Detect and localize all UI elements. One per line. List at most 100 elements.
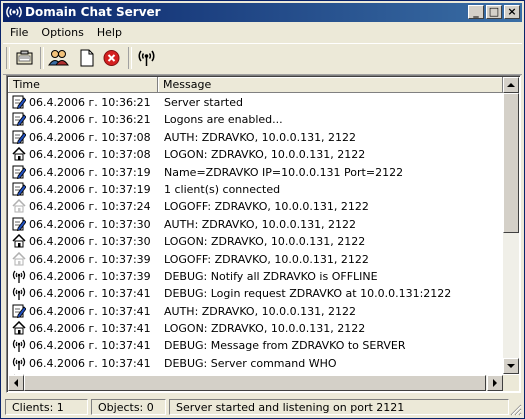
minimize-button[interactable]: _ <box>468 5 484 19</box>
toolbar-separator <box>128 47 132 69</box>
table-row[interactable]: 06.4.2006 г. 10:37:30 LOGON: ZDRAVKO, 10.… <box>8 233 503 250</box>
row-message: LOGON: ZDRAVKO, 10.0.0.131, 2122 <box>164 148 366 162</box>
main-window: Domain Chat Server _ □ × File Options He… <box>0 0 525 419</box>
column-header-message[interactable]: Message <box>158 77 503 93</box>
stop-button[interactable] <box>100 47 123 69</box>
users-icon <box>48 50 69 66</box>
table-row[interactable]: 06.4.2006 г. 10:37:41 AUTH: ZDRAVKO, 10.0… <box>8 303 503 320</box>
table-row[interactable]: 06.4.2006 г. 10:37:24 LOGOFF: ZDRAVKO, 10… <box>8 198 503 215</box>
row-time: 06.4.2006 г. 10:37:24 <box>29 200 151 214</box>
logoff-icon <box>12 251 26 266</box>
debug-icon <box>12 340 26 353</box>
table-row[interactable]: 06.4.2006 г. 10:37:08 LOGON: ZDRAVKO, 10.… <box>8 146 503 163</box>
arrow-right-icon <box>493 379 497 387</box>
toolbar <box>3 43 522 75</box>
row-time: 06.4.2006 г. 10:37:08 <box>29 130 151 144</box>
row-time: 06.4.2006 г. 10:36:21 <box>29 113 151 127</box>
menu-help[interactable]: Help <box>90 23 128 39</box>
status-objects: Objects: 0 <box>91 399 166 415</box>
row-message: LOGOFF: ZDRAVKO, 10.0.0.131, 2122 <box>164 200 369 214</box>
scroll-up-button[interactable] <box>503 77 519 93</box>
vertical-scrollbar[interactable] <box>503 77 519 374</box>
log-entry-icon <box>12 182 26 196</box>
row-message: LOGON: ZDRAVKO, 10.0.0.131, 2122 <box>164 322 366 336</box>
log-list[interactable]: Time Message 06.4.2006 г. 10:36:21 Server… <box>6 75 521 393</box>
broadcast-button[interactable] <box>135 47 158 69</box>
row-time: 06.4.2006 г. 10:37:08 <box>29 148 151 162</box>
scroll-right-button[interactable] <box>487 375 503 391</box>
table-row[interactable]: 06.4.2006 г. 10:37:41 LOGON: ZDRAVKO, 10.… <box>8 320 503 337</box>
scroll-down-button[interactable] <box>503 358 519 374</box>
users-button[interactable] <box>47 47 70 69</box>
row-message: LOGON: ZDRAVKO, 10.0.0.131, 2122 <box>164 235 366 249</box>
debug-icon <box>12 270 26 283</box>
server-settings-button[interactable] <box>13 47 36 69</box>
table-row[interactable]: 06.4.2006 г. 10:37:41 DEBUG: Server comma… <box>8 355 503 372</box>
toolbar-grip <box>6 47 10 69</box>
scroll-left-button[interactable] <box>8 375 24 391</box>
row-message: Server started <box>164 96 243 109</box>
logoff-icon <box>12 199 26 213</box>
title-bar[interactable]: Domain Chat Server _ □ × <box>3 3 522 22</box>
table-row[interactable]: 06.4.2006 г. 10:37:30 AUTH: ZDRAVKO, 10.0… <box>8 216 503 233</box>
broadcast-icon <box>138 50 155 66</box>
debug-icon <box>12 357 26 370</box>
table-row[interactable]: 06.4.2006 г. 10:37:39 DEBUG: Notify all Z… <box>8 268 503 285</box>
menu-options[interactable]: Options <box>34 23 89 39</box>
arrow-down-icon <box>507 364 515 368</box>
log-entry-icon <box>12 112 26 127</box>
scroll-thumb[interactable] <box>503 93 519 233</box>
row-message: DEBUG: Login request ZDRAVKO at 10.0.0.1… <box>164 287 452 301</box>
table-row[interactable]: 06.4.2006 г. 10:37:08 AUTH: ZDRAVKO, 10.0… <box>8 129 503 146</box>
hscroll-thumb[interactable] <box>24 375 486 391</box>
logon-icon <box>12 321 26 335</box>
resize-grip-icon[interactable] <box>509 403 522 416</box>
table-row[interactable]: 06.4.2006 г. 10:37:19 1 client(s) connect… <box>8 181 503 198</box>
row-message: LOGOFF: ZDRAVKO, 10.0.0.131, 2122 <box>164 252 369 266</box>
row-time: 06.4.2006 г. 10:37:41 <box>29 304 151 318</box>
table-row[interactable]: 06.4.2006 г. 10:37:39 LOGOFF: ZDRAVKO, 10… <box>8 251 503 268</box>
debug-icon <box>12 287 26 301</box>
row-time: 06.4.2006 г. 10:37:39 <box>29 269 151 283</box>
row-time: 06.4.2006 г. 10:37:19 <box>29 165 151 179</box>
close-button[interactable]: × <box>504 5 520 19</box>
row-time: 06.4.2006 г. 10:37:30 <box>29 217 151 231</box>
new-button[interactable] <box>75 47 98 69</box>
row-message: DEBUG: Notify all ZDRAVKO is OFFLINE <box>164 269 378 283</box>
maximize-button[interactable]: □ <box>486 5 502 19</box>
menu-file[interactable]: File <box>3 23 34 39</box>
row-time: 06.4.2006 г. 10:37:39 <box>29 252 151 266</box>
row-time: 06.4.2006 г. 10:37:41 <box>29 339 151 353</box>
row-time: 06.4.2006 г. 10:36:21 <box>29 96 151 109</box>
status-message: Server started and listening on port 212… <box>169 399 509 415</box>
table-row[interactable]: 06.4.2006 г. 10:36:21 Logons are enabled.… <box>8 111 503 128</box>
menu-bar: File Options Help <box>3 23 522 42</box>
logon-icon <box>12 234 26 248</box>
horizontal-scrollbar[interactable] <box>8 375 503 391</box>
log-entry-icon <box>12 130 26 144</box>
table-row[interactable]: 06.4.2006 г. 10:36:21 Server started <box>8 94 503 111</box>
antenna-app-icon <box>6 6 22 18</box>
row-time: 06.4.2006 г. 10:37:41 <box>29 287 151 301</box>
row-message: AUTH: ZDRAVKO, 10.0.0.131, 2122 <box>164 217 357 231</box>
row-message: Name=ZDRAVKO IP=10.0.0.131 Port=2122 <box>164 165 404 179</box>
scroll-corner <box>503 375 519 391</box>
row-time: 06.4.2006 г. 10:37:19 <box>29 182 151 196</box>
log-entry-icon <box>12 304 26 318</box>
row-time: 06.4.2006 г. 10:37:30 <box>29 235 151 249</box>
row-message: Logons are enabled... <box>164 113 283 127</box>
table-row[interactable]: 06.4.2006 г. 10:37:19 Name=ZDRAVKO IP=10.… <box>8 164 503 181</box>
window-title: Domain Chat Server <box>25 5 161 19</box>
row-time: 06.4.2006 г. 10:37:41 <box>29 322 151 336</box>
logon-icon <box>12 147 26 161</box>
log-rows: 06.4.2006 г. 10:36:21 Server started 06.4.… <box>8 94 503 390</box>
status-bar: Clients: 1 Objects: 0 Server started and… <box>3 398 522 416</box>
log-entry-icon <box>12 217 26 231</box>
column-header-time[interactable]: Time <box>8 77 158 93</box>
new-document-icon <box>80 49 94 67</box>
table-row[interactable]: 06.4.2006 г. 10:37:41 DEBUG: Login reques… <box>8 285 503 302</box>
log-entry-icon <box>12 95 26 109</box>
row-message: AUTH: ZDRAVKO, 10.0.0.131, 2122 <box>164 130 357 144</box>
table-row[interactable]: 06.4.2006 г. 10:37:41 DEBUG: Message from… <box>8 337 503 354</box>
arrow-up-icon <box>507 83 515 87</box>
